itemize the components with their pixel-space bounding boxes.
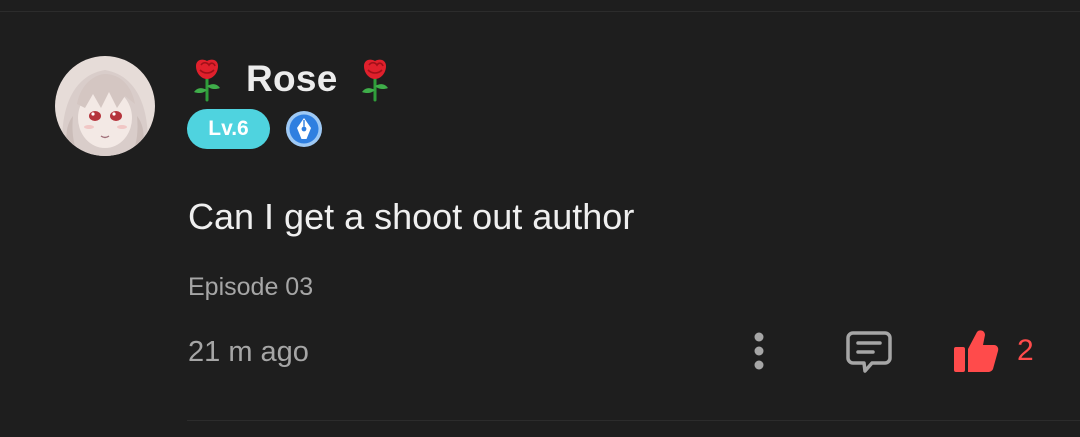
reply-comment-icon	[846, 331, 892, 373]
username-row: Rose	[190, 56, 392, 102]
username[interactable]: Rose	[246, 58, 338, 100]
badge-row: Lv.6	[187, 109, 323, 149]
level-badge: Lv.6	[187, 109, 270, 149]
comment-timestamp: 21 m ago	[188, 336, 309, 368]
episode-label[interactable]: Episode 03	[188, 273, 313, 302]
rose-icon	[194, 59, 220, 102]
more-options-button[interactable]	[744, 329, 774, 373]
like-button[interactable]: 2	[952, 326, 1034, 376]
rose-icon	[361, 59, 388, 102]
bottom-divider	[187, 420, 1080, 421]
like-count: 2	[1017, 334, 1034, 367]
more-vertical-icon	[754, 332, 764, 370]
avatar[interactable]	[55, 56, 155, 156]
top-divider	[0, 11, 1080, 12]
thumbs-up-icon	[954, 330, 999, 372]
reply-button[interactable]	[842, 324, 896, 378]
pen-nib-badge-icon	[286, 111, 322, 147]
comment-text: Can I get a shoot out author	[188, 196, 635, 237]
